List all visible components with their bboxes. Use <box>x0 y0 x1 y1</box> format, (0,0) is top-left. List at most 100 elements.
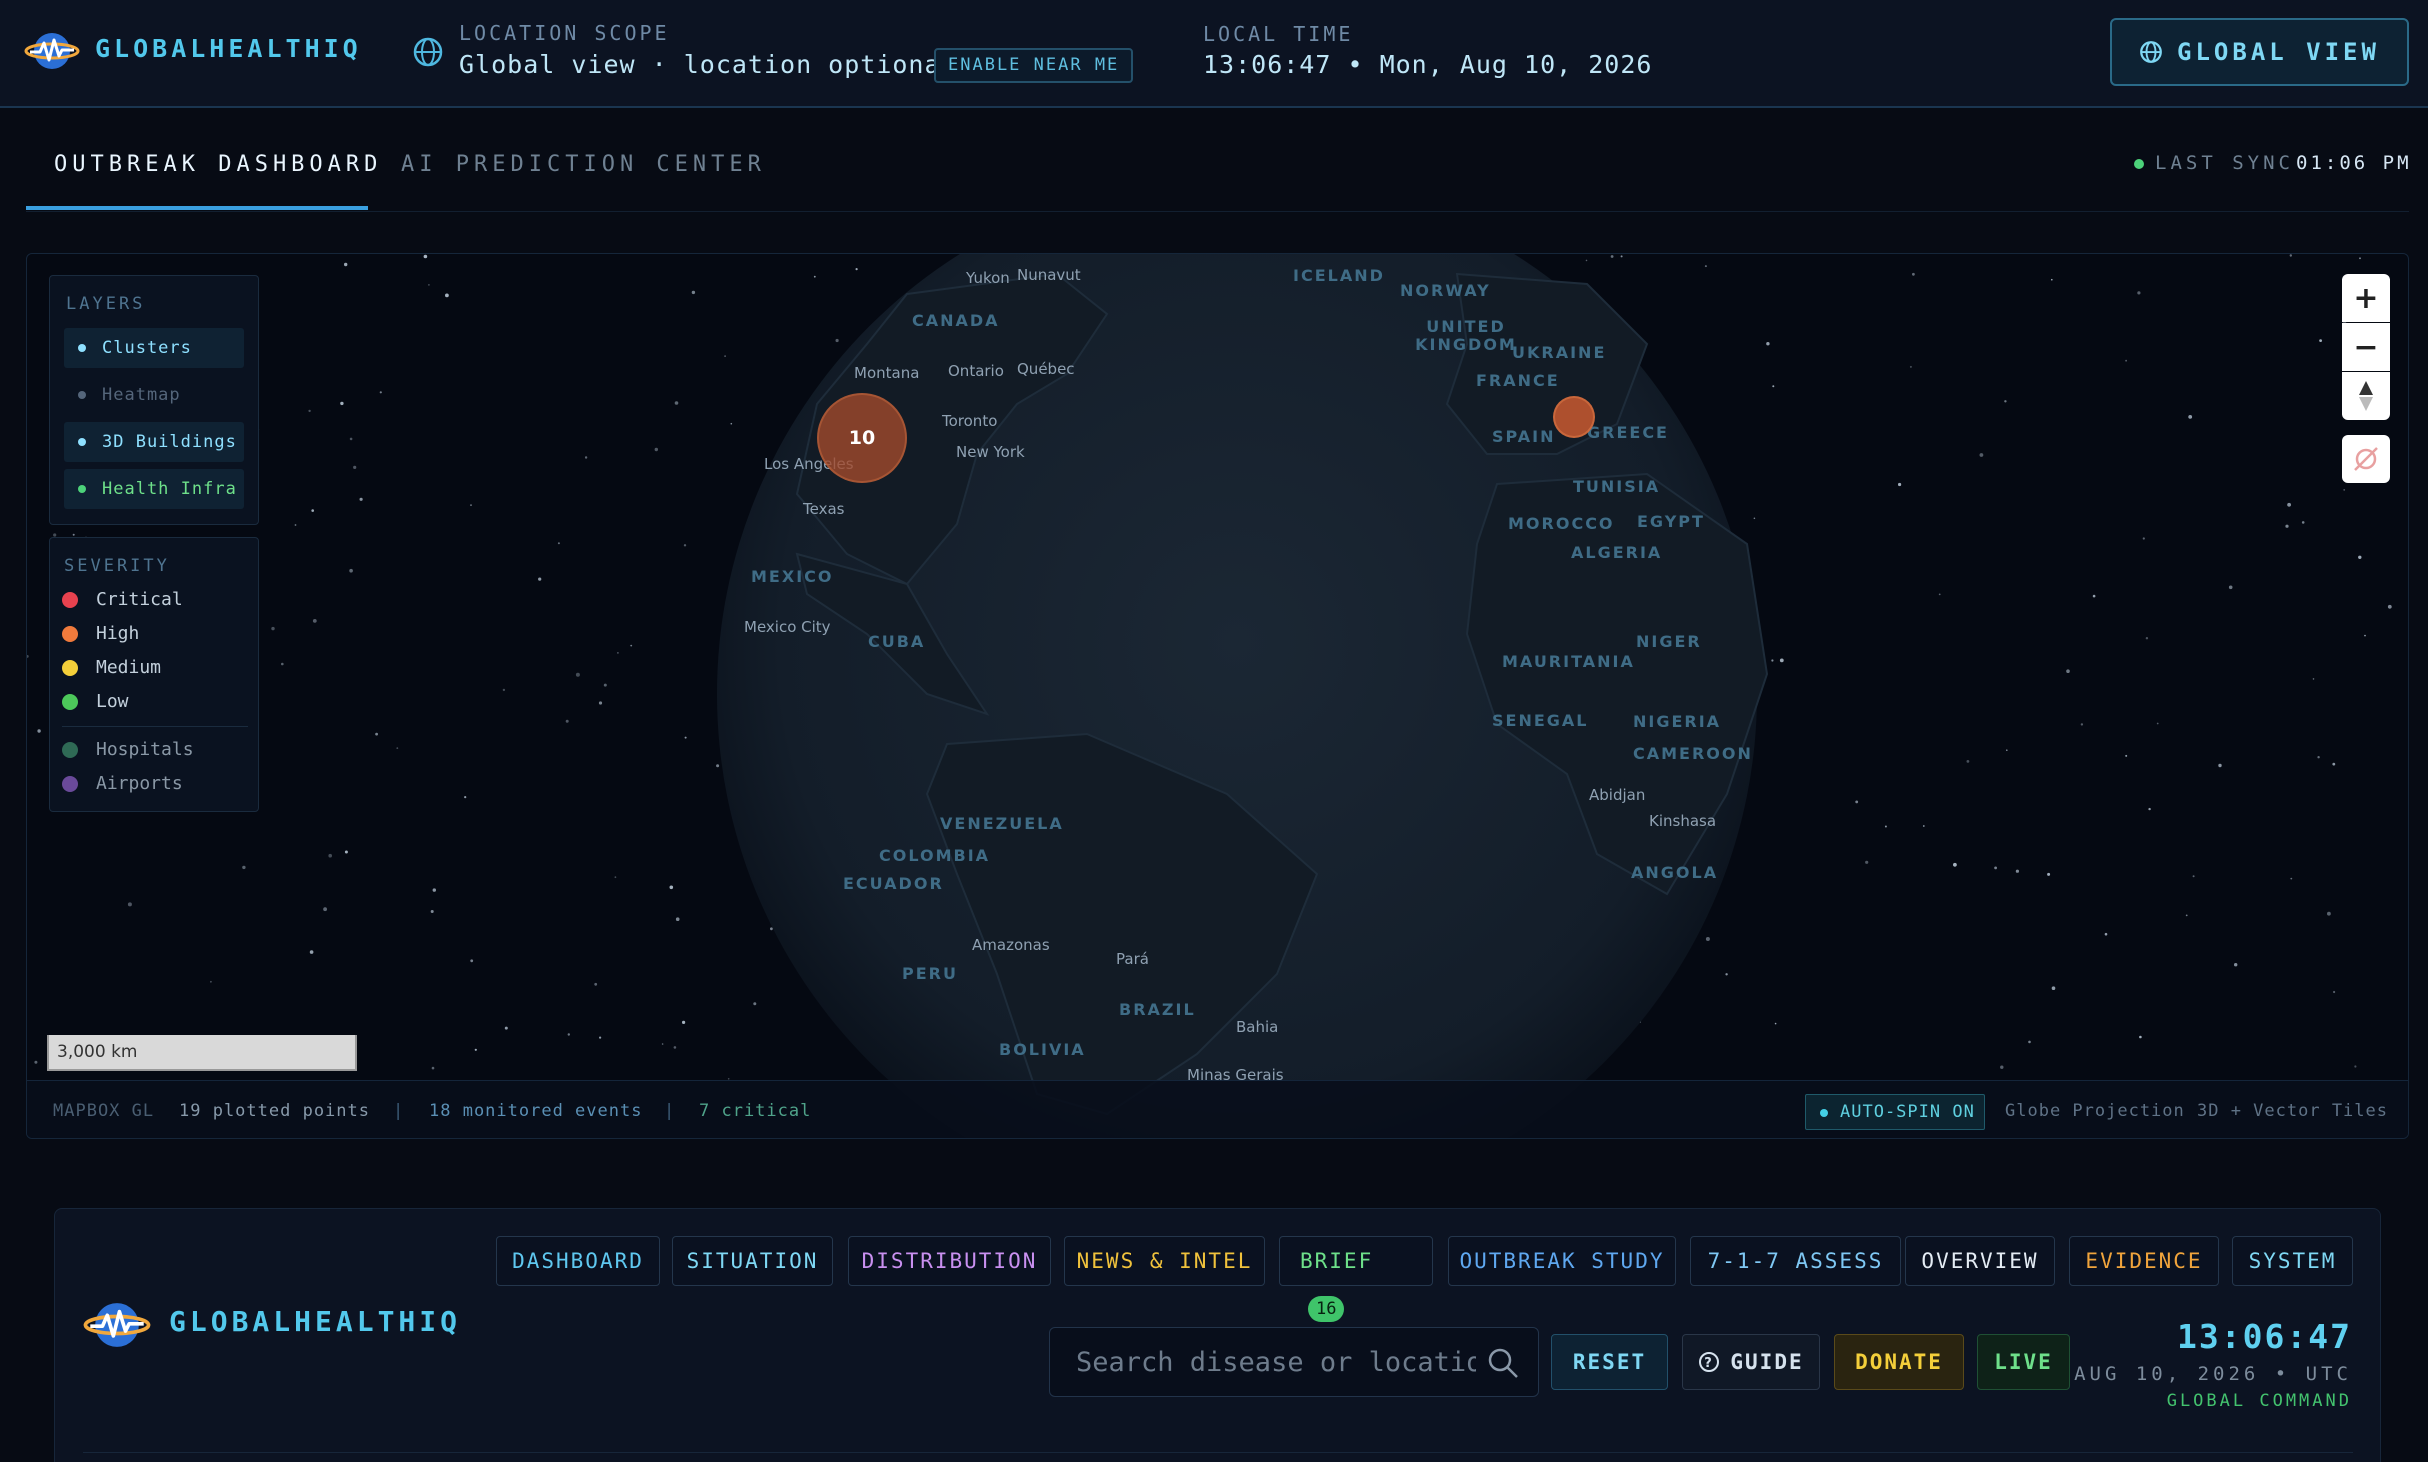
star <box>2104 932 2108 936</box>
star <box>1725 973 1728 976</box>
star <box>312 619 317 623</box>
star <box>2289 254 2292 257</box>
globe-map[interactable]: Yukon Nunavut ICELAND NORWAY CANADA UNIT… <box>26 253 2409 1139</box>
tab-outbreak-dashboard[interactable]: OUTBREAK DASHBOARD <box>54 152 382 177</box>
nav-overview-button[interactable]: OVERVIEW <box>1905 1236 2055 1286</box>
map-status-footer: MAPBOX GL 19 plotted points | 18 monitor… <box>27 1080 2408 1138</box>
star <box>2125 754 2128 757</box>
zoom-out-button[interactable]: − <box>2342 323 2390 371</box>
star <box>724 355 726 357</box>
map-label-city: Yukon <box>966 269 1010 287</box>
star <box>502 688 506 692</box>
layer-status-dot <box>78 485 86 493</box>
nav-717-assess-button[interactable]: 7-1-7 ASSESS <box>1690 1236 1901 1286</box>
map-label-country: NIGER <box>1636 632 1702 651</box>
star <box>575 672 580 677</box>
star <box>344 262 348 267</box>
guide-label: GUIDE <box>1730 1350 1804 1374</box>
layer-status-dot <box>78 438 86 446</box>
last-sync-time: 01:06 PM <box>2296 152 2412 174</box>
star <box>353 465 357 469</box>
nav-outbreak-study-button[interactable]: OUTBREAK STUDY <box>1448 1236 1676 1286</box>
star <box>2218 763 2222 768</box>
search-box[interactable] <box>1049 1327 1539 1397</box>
global-view-button[interactable]: GLOBAL VIEW <box>2110 18 2409 86</box>
star <box>2354 1065 2357 1068</box>
star <box>210 980 212 983</box>
star <box>673 1046 677 1049</box>
star <box>630 644 633 647</box>
outbreak-point-marker[interactable] <box>1553 396 1595 438</box>
nav-distribution-button[interactable]: DISTRIBUTION <box>848 1236 1051 1286</box>
star <box>328 853 333 858</box>
enable-near-me-button[interactable]: ENABLE NEAR ME <box>934 48 1134 83</box>
scale-bar: 3,000 km <box>47 1035 357 1071</box>
layer-toggle-clusters[interactable]: Clusters <box>64 328 244 368</box>
layers-panel: LAYERS Clusters Heatmap 3D Buildings Hea… <box>49 275 259 525</box>
star <box>504 1026 508 1030</box>
star <box>2358 555 2362 559</box>
star <box>1771 659 1774 662</box>
compass-button[interactable] <box>2342 372 2390 420</box>
donate-button[interactable]: DONATE <box>1834 1334 1964 1390</box>
local-time-label: LOCAL TIME <box>1203 22 1354 46</box>
outbreak-cluster-marker[interactable]: 10 <box>817 393 907 483</box>
auto-spin-label: AUTO-SPIN ON <box>1840 1102 1975 1122</box>
star <box>2006 749 2008 751</box>
star <box>682 1020 686 1024</box>
geolocate-button[interactable] <box>2342 435 2390 483</box>
map-label-country: CUBA <box>868 632 926 651</box>
reset-button[interactable]: RESET <box>1551 1334 1668 1390</box>
map-label-country: CAMEROON <box>1633 744 1753 763</box>
globe-render <box>27 254 2392 1138</box>
map-label-city: Texas <box>803 500 845 518</box>
nav-evidence-button[interactable]: EVIDENCE <box>2069 1236 2219 1286</box>
tab-bar: OUTBREAK DASHBOARD AI PREDICTION CENTER … <box>0 110 2428 214</box>
star <box>1938 593 1941 596</box>
star <box>2192 875 2195 878</box>
star <box>674 401 679 405</box>
map-label-country: MEXICO <box>751 567 834 586</box>
star <box>1753 517 1756 520</box>
search-input[interactable] <box>1076 1342 1476 1382</box>
guide-button[interactable]: ? GUIDE <box>1682 1334 1820 1390</box>
star <box>661 1043 664 1045</box>
command-bar-divider <box>83 1452 2353 1453</box>
star <box>1912 272 1915 276</box>
star <box>669 885 674 890</box>
layer-toggle-heatmap[interactable]: Heatmap <box>64 375 244 415</box>
star <box>308 409 311 413</box>
star <box>2137 291 2141 295</box>
nav-system-button[interactable]: SYSTEM <box>2232 1236 2353 1286</box>
nav-news-intel-button[interactable]: NEWS & INTEL <box>1064 1236 1265 1286</box>
nav-situation-button[interactable]: SITUATION <box>672 1236 833 1286</box>
map-label-city: Amazonas <box>972 936 1050 954</box>
live-button[interactable]: LIVE <box>1977 1334 2070 1390</box>
brand-name: GLOBALHEALTHIQ <box>169 1305 462 1338</box>
auto-spin-toggle[interactable]: AUTO-SPIN ON <box>1805 1094 1985 1130</box>
layer-toggle-3d-buildings[interactable]: 3D Buildings <box>64 422 244 462</box>
map-label-country: CANADA <box>912 311 1000 330</box>
star <box>2285 524 2289 528</box>
map-label-country: EGYPT <box>1637 512 1705 531</box>
star <box>2317 756 2320 759</box>
star <box>271 626 275 631</box>
tab-ai-prediction-center[interactable]: AI PREDICTION CENTER <box>401 152 766 177</box>
star <box>2359 257 2361 260</box>
star <box>603 683 607 687</box>
star <box>375 732 378 736</box>
zoom-in-button[interactable]: + <box>2342 274 2390 322</box>
star <box>379 391 382 394</box>
projection-label: Globe Projection <box>2005 1101 2185 1121</box>
layer-toggle-health-infra[interactable]: Health Infra <box>64 469 244 509</box>
star <box>1909 365 1912 368</box>
star <box>1620 255 1623 258</box>
nav-dashboard-button[interactable]: DASHBOARD <box>496 1236 660 1286</box>
nav-brief-button[interactable]: BRIEF 16 <box>1279 1236 1433 1322</box>
star <box>753 1002 757 1006</box>
search-icon[interactable] <box>1486 1346 1520 1380</box>
star <box>430 910 434 913</box>
star <box>1994 866 1997 870</box>
global-view-label: GLOBAL VIEW <box>2177 38 2380 66</box>
map-label-country: MOROCCO <box>1508 514 1615 533</box>
